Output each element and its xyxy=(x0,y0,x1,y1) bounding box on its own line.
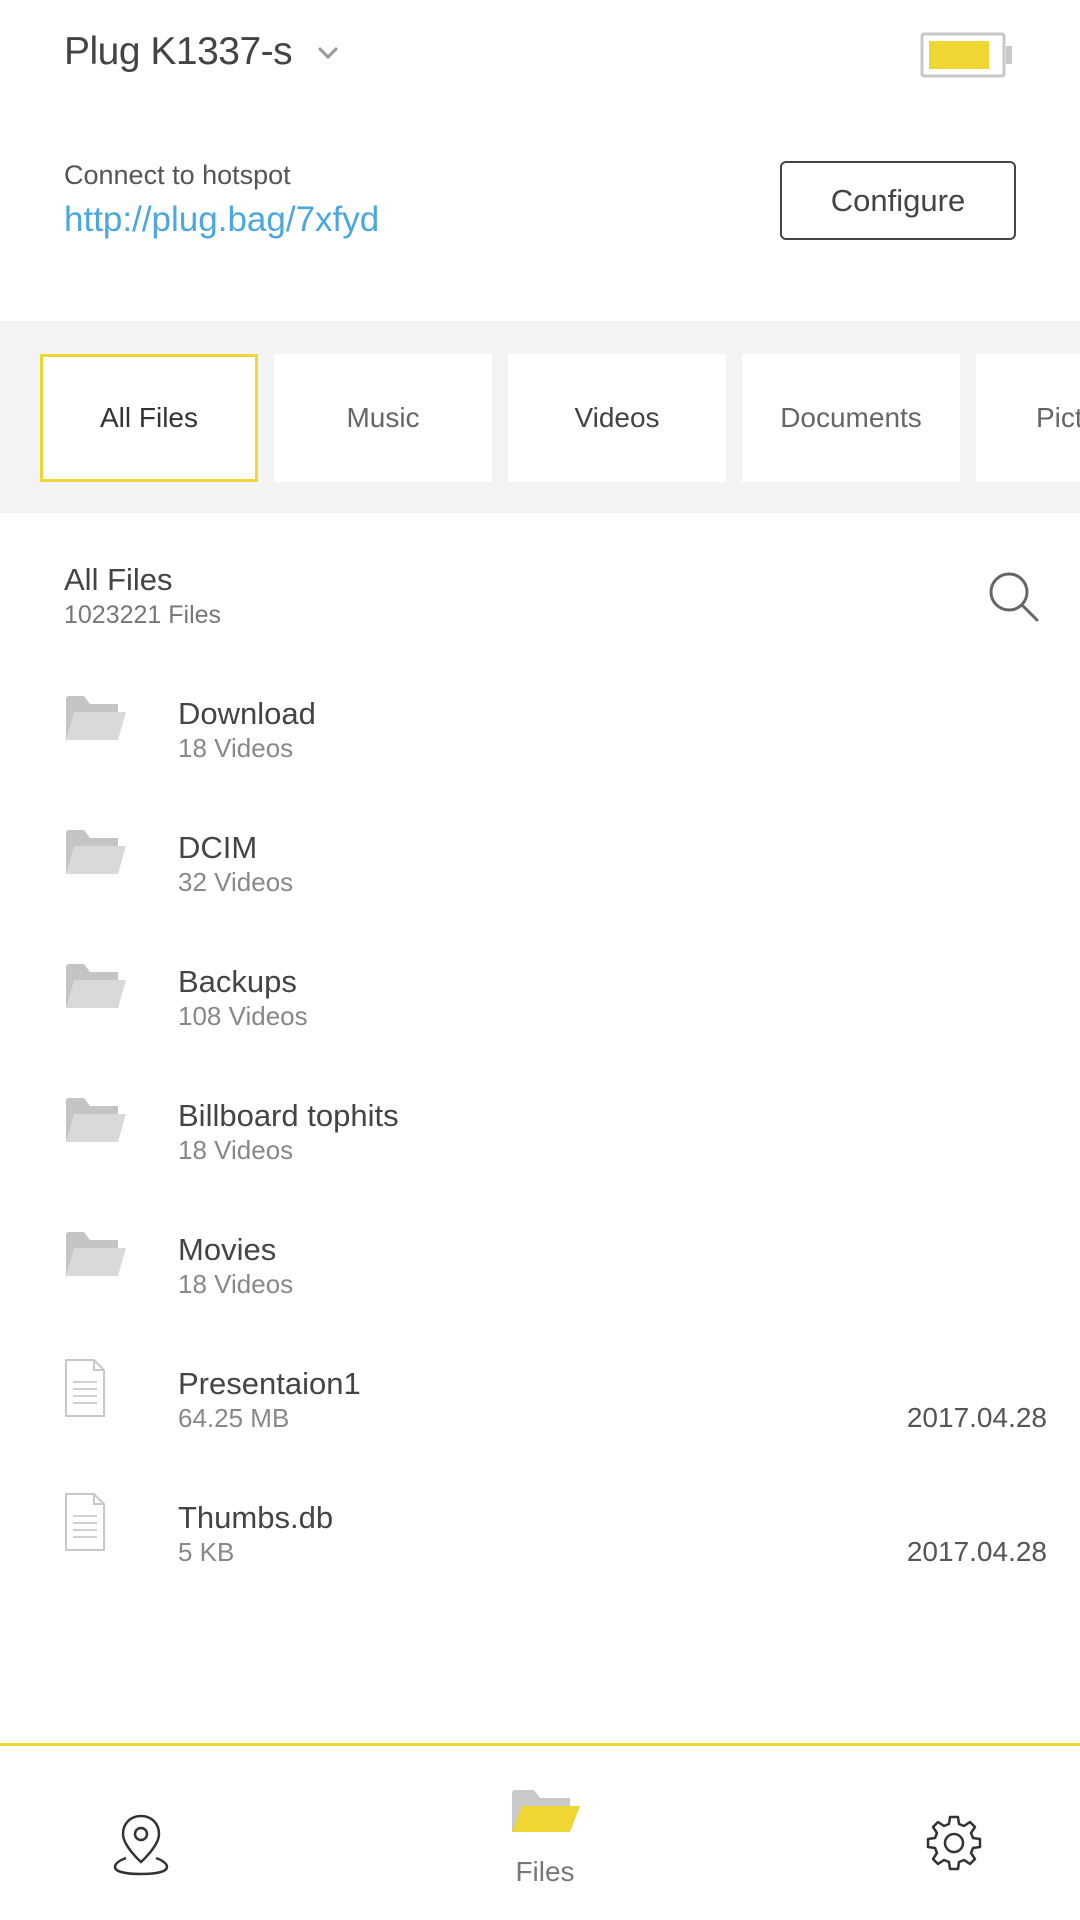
file-meta: 18 Videos xyxy=(178,1269,294,1299)
file-meta: 18 Videos xyxy=(178,733,294,763)
list-item[interactable]: Download 18 Videos xyxy=(0,670,1080,804)
file-name: Presentaion1 xyxy=(178,1366,361,1401)
nav-files-label: Files xyxy=(515,1856,575,1887)
category-tabs: All Files Music Videos Documents Pict xyxy=(0,321,1080,513)
bottom-nav: Files xyxy=(0,1743,1080,1920)
list-item[interactable]: Backups 108 Videos xyxy=(0,938,1080,1072)
file-meta: 5 KB xyxy=(178,1537,235,1567)
gear-icon[interactable] xyxy=(925,1814,983,1872)
document-icon xyxy=(65,1359,105,1417)
file-meta: 18 Videos xyxy=(178,1135,294,1165)
chevron-down-icon xyxy=(318,46,339,60)
tab-documents[interactable]: Documents xyxy=(742,354,960,482)
list-item[interactable]: Thumbs.db 5 KB 2017.04.28 xyxy=(0,1474,1080,1608)
folder-icon xyxy=(66,1232,126,1276)
file-name: Download xyxy=(178,696,316,731)
folder-icon xyxy=(66,964,126,1008)
folder-icon xyxy=(66,696,126,740)
battery-icon xyxy=(920,32,1012,78)
hotspot-label: Connect to hotspot xyxy=(64,160,291,190)
list-item[interactable]: Movies 18 Videos xyxy=(0,1206,1080,1340)
folder-icon xyxy=(66,1098,126,1142)
device-name: Plug K1337-s xyxy=(64,30,293,73)
section-title: All Files xyxy=(64,562,173,597)
tab-pictures[interactable]: Pict xyxy=(976,354,1080,482)
hotspot-url-link[interactable]: http://plug.bag/7xfyd xyxy=(64,200,379,240)
nav-files-tab[interactable]: Files xyxy=(510,1786,580,1896)
file-name: Backups xyxy=(178,964,297,999)
document-icon xyxy=(65,1493,105,1551)
file-date: 2017.04.28 xyxy=(906,1536,1047,1567)
header: Plug K1337-s Connect to hotspot http://p… xyxy=(0,0,1080,320)
folder-icon xyxy=(512,1790,580,1832)
file-name: Thumbs.db xyxy=(178,1500,334,1535)
file-meta: 64.25 MB xyxy=(178,1403,290,1433)
search-icon[interactable] xyxy=(985,568,1041,624)
tab-music[interactable]: Music xyxy=(274,354,492,482)
list-item[interactable]: Presentaion1 64.25 MB 2017.04.28 xyxy=(0,1340,1080,1474)
device-selector[interactable]: Plug K1337-s xyxy=(64,30,342,74)
file-name: Movies xyxy=(178,1232,277,1267)
location-pin-icon[interactable] xyxy=(112,1812,170,1876)
list-item[interactable]: DCIM 32 Videos xyxy=(0,804,1080,938)
folder-icon xyxy=(66,830,126,874)
file-meta: 108 Videos xyxy=(178,1001,308,1031)
list-item[interactable]: Billboard tophits 18 Videos xyxy=(0,1072,1080,1206)
tab-all-files[interactable]: All Files xyxy=(40,354,258,482)
file-name: Billboard tophits xyxy=(178,1098,399,1133)
file-name: DCIM xyxy=(178,830,258,865)
tab-videos[interactable]: Videos xyxy=(508,354,726,482)
file-meta: 32 Videos xyxy=(178,867,294,897)
file-count: 1023221 Files xyxy=(64,601,222,629)
configure-button[interactable]: Configure xyxy=(780,161,1016,240)
file-date: 2017.04.28 xyxy=(906,1402,1047,1433)
